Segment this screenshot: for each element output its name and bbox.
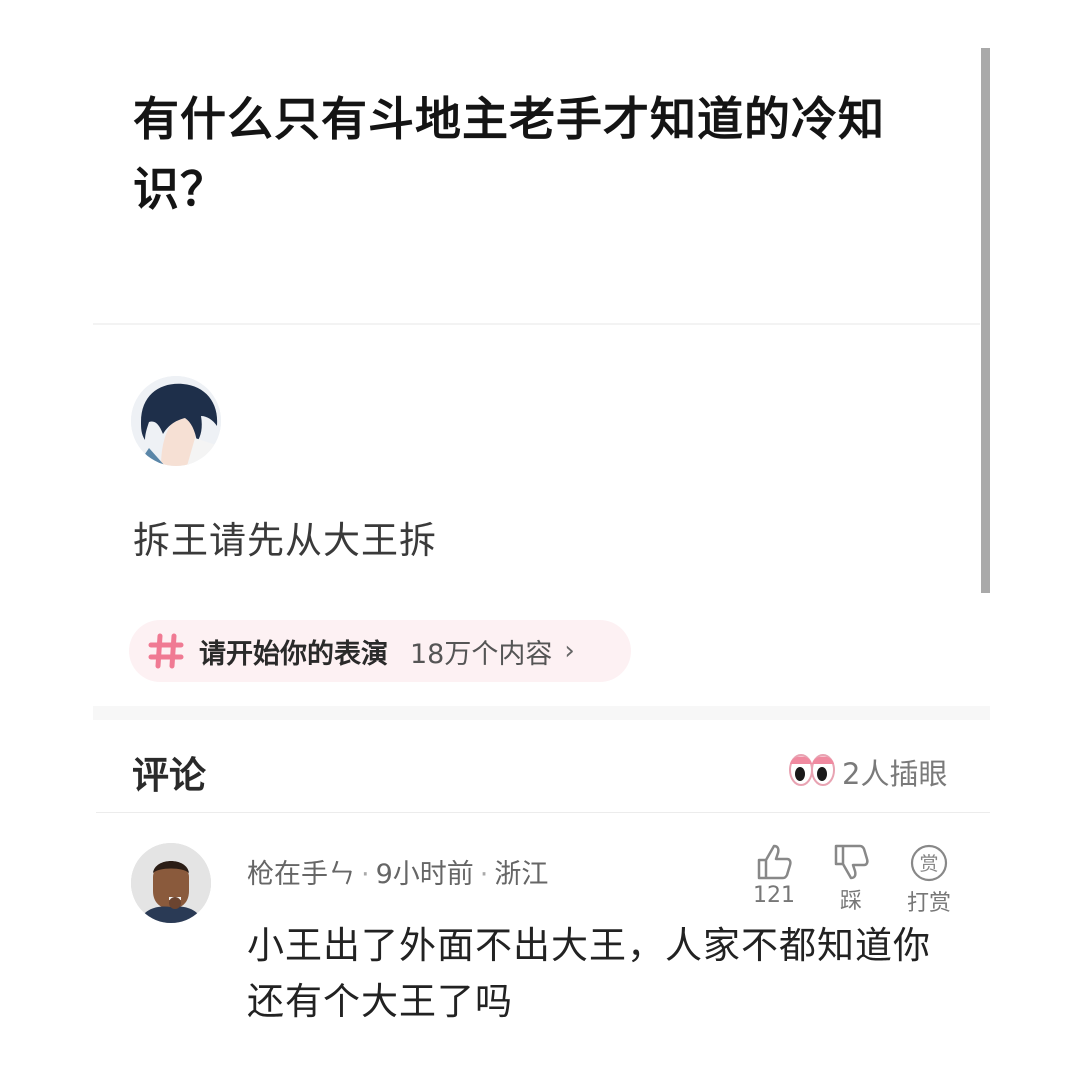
comment-meta: 枪在手ㄣ · 9小时前 · 浙江 [247,852,548,891]
topic-count: 18万个内容 [410,638,553,670]
dislike-label: 踩 [839,889,862,914]
meta-separator: · [479,859,489,890]
reward-badge: 赏 [919,853,938,875]
comment-author-name[interactable]: 枪在手ㄣ [247,859,355,890]
question-card: 有什么只有斗地主老手才知道的冷知识？ 拆王请先从大王拆 [93,48,980,593]
question-title[interactable]: 有什么只有斗地主老手才知道的冷知识？ [133,84,913,224]
comment-text[interactable]: 小王出了外面不出大王，人家不都知道你还有个大王了吗 [247,918,947,1030]
dislike-button[interactable]: 踩 [825,843,877,915]
eyes-icon [789,754,835,786]
scrollbar[interactable] [981,48,990,593]
thumbs-down-icon [834,844,869,880]
anime-boy-avatar-icon [131,376,221,466]
reward-button[interactable]: 赏 打赏 [900,843,958,917]
topic-name: 请开始你的表演 [199,638,388,670]
man-smoking-avatar-icon [131,843,211,923]
comment-time: 9小时前 [375,859,474,890]
reward-icon: 赏 [910,844,948,882]
meta-separator: · [361,859,370,890]
topic-pill[interactable]: 请开始你的表演 18万个内容 › [129,620,631,682]
divider [96,812,990,813]
section-separator [93,706,990,720]
comment-location: 浙江 [494,859,549,890]
comment-author-avatar[interactable] [131,843,211,923]
peek-count[interactable]: 2人插眼 [842,751,947,793]
hash-icon [148,633,184,669]
answer-text[interactable]: 拆王请先从大王拆 [133,510,437,564]
thumbs-up-icon [757,844,792,880]
divider [93,323,980,325]
comments-title: 评论 [132,754,206,797]
chevron-right-icon: › [564,636,575,666]
like-count: 121 [753,883,795,908]
like-button[interactable]: 121 [748,843,800,908]
reward-label: 打赏 [906,891,951,916]
answer-author-avatar[interactable] [131,376,221,466]
